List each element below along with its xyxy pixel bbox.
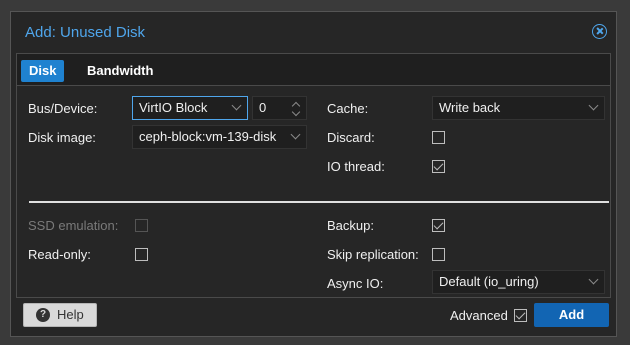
disk-panel: Bus/Device: VirtIO Block 0 Disk image: c… xyxy=(16,86,611,298)
section-divider xyxy=(29,201,609,203)
help-button-label: Help xyxy=(57,307,84,322)
chevron-down-icon xyxy=(231,100,242,111)
skip-replication-checkbox[interactable] xyxy=(432,248,445,261)
ssd-emulation-label: SSD emulation: xyxy=(28,218,119,233)
chevron-down-icon xyxy=(588,274,599,285)
backup-label: Backup: xyxy=(327,218,374,233)
ssd-emulation-checkbox xyxy=(135,219,148,232)
tab-bandwidth[interactable]: Bandwidth xyxy=(79,60,161,82)
disk-image-select[interactable]: ceph-block:vm-139-disk xyxy=(132,125,307,149)
async-io-label: Async IO: xyxy=(327,276,384,291)
chevron-down-icon xyxy=(290,129,301,140)
tab-bar: Disk Bandwidth xyxy=(16,53,611,86)
bus-device-label: Bus/Device: xyxy=(28,101,98,116)
dialog-footer: ? Help Advanced Add xyxy=(11,298,616,336)
bus-select[interactable]: VirtIO Block xyxy=(132,96,248,120)
cache-select[interactable]: Write back xyxy=(432,96,605,120)
io-thread-label: IO thread: xyxy=(327,159,385,174)
device-number-stepper[interactable]: 0 xyxy=(252,96,307,120)
question-circle-icon: ? xyxy=(36,308,50,322)
add-button[interactable]: Add xyxy=(534,303,609,327)
advanced-checkbox[interactable] xyxy=(514,309,527,322)
skip-replication-label: Skip replication: xyxy=(327,247,419,262)
spin-down-icon[interactable] xyxy=(291,107,301,117)
backup-checkbox[interactable] xyxy=(432,219,445,232)
help-button[interactable]: ? Help xyxy=(23,303,97,327)
cache-value: Write back xyxy=(439,100,501,115)
read-only-label: Read-only: xyxy=(28,247,91,262)
discard-label: Discard: xyxy=(327,130,375,145)
async-io-value: Default (io_uring) xyxy=(439,274,539,289)
discard-checkbox[interactable] xyxy=(432,131,445,144)
add-disk-dialog: Add: Unused Disk Disk Bandwidth Bus/Devi… xyxy=(10,11,617,337)
tab-disk[interactable]: Disk xyxy=(21,60,65,82)
async-io-select[interactable]: Default (io_uring) xyxy=(432,270,605,294)
chevron-down-icon xyxy=(588,100,599,111)
read-only-checkbox[interactable] xyxy=(135,248,148,261)
bus-select-value: VirtIO Block xyxy=(139,100,208,115)
disk-image-value: ceph-block:vm-139-disk xyxy=(139,129,277,144)
advanced-label: Advanced xyxy=(450,308,508,323)
disk-image-label: Disk image: xyxy=(28,130,96,145)
dialog-title: Add: Unused Disk xyxy=(25,24,146,41)
cache-label: Cache: xyxy=(327,101,369,116)
dialog-titlebar: Add: Unused Disk xyxy=(11,12,616,53)
close-icon[interactable] xyxy=(592,24,607,39)
io-thread-checkbox[interactable] xyxy=(432,160,445,173)
device-number-value: 0 xyxy=(259,100,267,115)
